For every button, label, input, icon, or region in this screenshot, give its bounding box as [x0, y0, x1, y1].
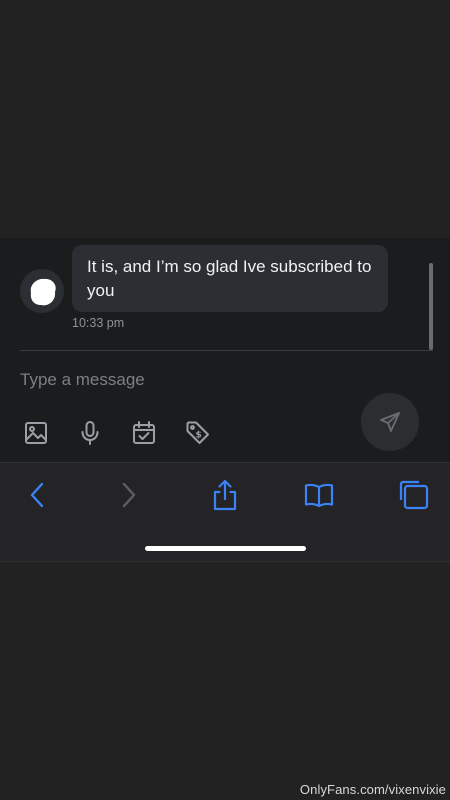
share-icon[interactable]	[208, 478, 242, 512]
tabs-icon[interactable]	[396, 478, 430, 512]
home-indicator[interactable]	[145, 546, 306, 551]
bookmarks-icon[interactable]	[302, 478, 336, 512]
message-input[interactable]	[20, 366, 350, 394]
composer-divider	[20, 350, 433, 351]
message-bubble: It is, and I’m so glad Ive subscribed to…	[72, 245, 388, 312]
svg-text:$: $	[195, 430, 201, 440]
scrollbar[interactable]	[429, 263, 433, 350]
back-icon[interactable]	[20, 478, 54, 512]
avatar[interactable]	[20, 269, 64, 313]
forward-icon	[112, 478, 146, 512]
price-tag-icon[interactable]: $	[185, 420, 211, 446]
microphone-icon[interactable]	[77, 420, 103, 446]
blank-page-area	[0, 0, 450, 238]
image-icon[interactable]	[23, 420, 49, 446]
calendar-icon[interactable]	[131, 420, 157, 446]
send-button[interactable]	[361, 393, 419, 451]
watermark: OnlyFans.com/vixenvixie	[299, 782, 446, 797]
message-text: It is, and I’m so glad Ive subscribed to…	[87, 257, 372, 300]
send-icon	[380, 412, 400, 432]
message-timestamp: 10:33 pm	[72, 316, 125, 330]
